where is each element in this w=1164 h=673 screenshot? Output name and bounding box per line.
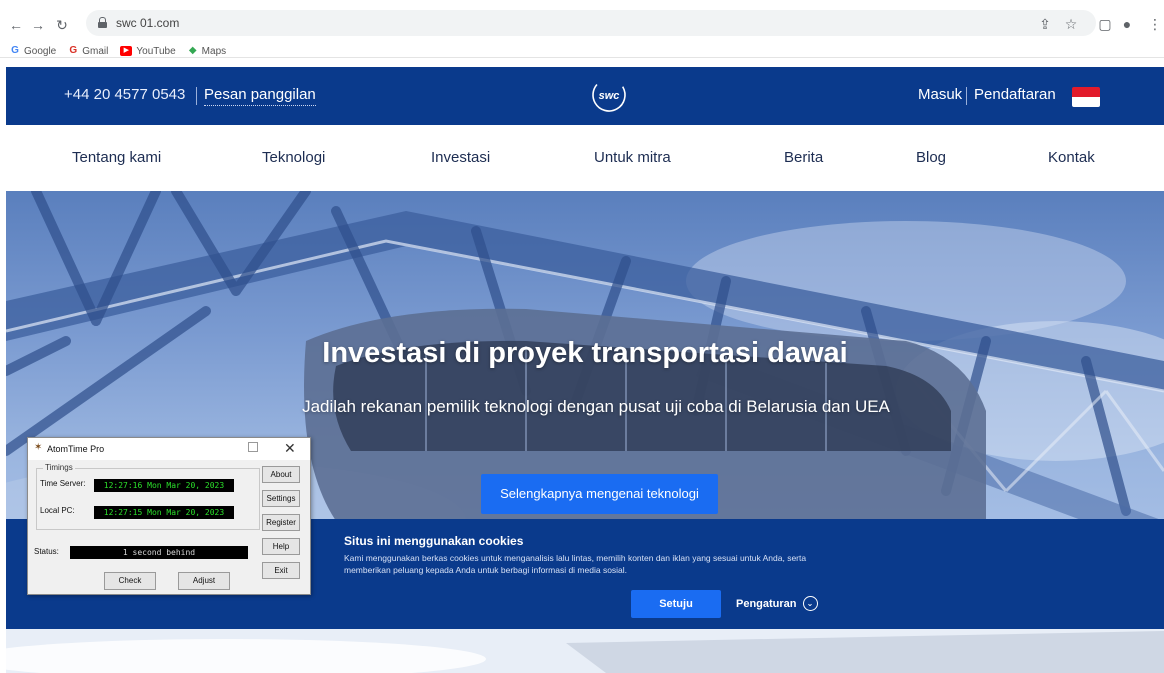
maps-icon: ◆ bbox=[188, 45, 197, 56]
callback-link[interactable]: Pesan panggilan bbox=[204, 86, 316, 106]
forward-icon[interactable]: → bbox=[30, 17, 46, 33]
main-nav: Tentang kami Teknologi Investasi Untuk m… bbox=[6, 125, 1164, 191]
bookmark-maps[interactable]: ◆ Maps bbox=[188, 46, 226, 57]
nav-item-blog[interactable]: Blog bbox=[916, 149, 946, 166]
divider bbox=[196, 87, 197, 105]
help-button[interactable]: Help bbox=[262, 538, 300, 555]
svg-text:swc: swc bbox=[599, 90, 620, 102]
atomtime-title: AtomTime Pro bbox=[47, 444, 105, 454]
bookmark-google[interactable]: G Google bbox=[10, 46, 56, 57]
hero-bottom bbox=[0, 629, 1164, 673]
bookmarks-bar: G Google G Gmail ▶ YouTube ◆ Maps bbox=[10, 44, 226, 58]
local-pc-label: Local PC: bbox=[40, 506, 75, 515]
hero-subtitle: Jadilah rekanan pemilik teknologi dengan… bbox=[302, 397, 890, 416]
atomtime-window: ✶ AtomTime Pro ✕ Timings Time Server: 12… bbox=[27, 437, 311, 595]
adjust-button[interactable]: Adjust bbox=[178, 572, 230, 590]
timings-label: Timings bbox=[43, 463, 75, 472]
register-link[interactable]: Pendaftaran bbox=[974, 86, 1056, 103]
about-button[interactable]: About bbox=[262, 466, 300, 483]
cookie-settings-button[interactable]: Pengaturan ⌄ bbox=[736, 596, 818, 611]
hero-background-continuation bbox=[0, 629, 1164, 673]
chevron-down-icon: ⌄ bbox=[802, 596, 818, 611]
browser-toolbar: ← → ↻ swc 01.com ⇪ ☆ ▢ ● ⋮ G Google G Gm… bbox=[0, 0, 1164, 58]
time-server-label: Time Server: bbox=[40, 479, 86, 488]
settings-button[interactable]: Settings bbox=[262, 490, 300, 507]
local-pc-display: 12:27:15 Mon Mar 20, 2023 bbox=[94, 506, 234, 519]
nav-item-technology[interactable]: Teknologi bbox=[262, 149, 325, 166]
indonesia-flag-icon[interactable] bbox=[1072, 87, 1100, 107]
atomtime-titlebar[interactable]: ✶ AtomTime Pro ✕ bbox=[28, 438, 310, 460]
bookmark-label: Google bbox=[24, 45, 57, 57]
lock-icon bbox=[98, 17, 107, 28]
cookie-text: Kami menggunakan berkas cookies untuk me… bbox=[344, 553, 807, 575]
maximize-icon[interactable] bbox=[248, 442, 258, 452]
bookmark-gmail[interactable]: G Gmail bbox=[68, 46, 108, 57]
share-icon[interactable]: ⇪ bbox=[1036, 15, 1054, 33]
phone-number[interactable]: +44 20 4577 0543 bbox=[64, 86, 185, 103]
divider bbox=[966, 87, 967, 105]
reload-icon[interactable]: ↻ bbox=[54, 17, 70, 33]
status-display: 1 second behind bbox=[70, 546, 248, 559]
bookmark-star-icon[interactable]: ☆ bbox=[1062, 15, 1080, 33]
menu-kebab-icon[interactable]: ⋮ bbox=[1146, 15, 1164, 33]
time-server-display: 12:27:16 Mon Mar 20, 2023 bbox=[94, 479, 234, 492]
close-icon[interactable]: ✕ bbox=[284, 440, 296, 457]
bookmark-label: Maps bbox=[201, 45, 227, 57]
register-button[interactable]: Register bbox=[262, 514, 300, 531]
google-icon: G bbox=[11, 45, 19, 56]
site-top-bar: +44 20 4577 0543 Pesan panggilan swc Mas… bbox=[6, 67, 1164, 125]
gmail-icon: G bbox=[69, 45, 78, 56]
nav-item-contact[interactable]: Kontak bbox=[1048, 149, 1095, 166]
hero-title: Investasi di proyek transportasi dawai bbox=[322, 337, 848, 369]
address-bar[interactable]: swc 01.com bbox=[86, 10, 1096, 36]
bookmark-label: Gmail bbox=[82, 45, 109, 57]
cookie-title: Situs ini menggunakan cookies bbox=[344, 534, 524, 548]
nav-item-news[interactable]: Berita bbox=[784, 149, 823, 166]
login-link[interactable]: Masuk bbox=[918, 86, 962, 103]
bookmark-label: YouTube bbox=[136, 45, 176, 57]
bookmark-youtube[interactable]: ▶ YouTube bbox=[120, 45, 176, 57]
agree-button[interactable]: Setuju bbox=[631, 590, 721, 618]
back-icon[interactable]: ← bbox=[8, 17, 24, 33]
learn-technology-button[interactable]: Selengkapnya mengenai teknologi bbox=[481, 474, 718, 514]
check-button[interactable]: Check bbox=[104, 572, 156, 590]
atomtime-app-icon: ✶ bbox=[34, 442, 43, 453]
status-label: Status: bbox=[34, 547, 59, 556]
exit-button[interactable]: Exit bbox=[262, 562, 300, 579]
swc-logo-icon[interactable]: swc bbox=[590, 76, 628, 114]
profile-icon[interactable]: ● bbox=[1118, 15, 1136, 33]
nav-item-about[interactable]: Tentang kami bbox=[72, 149, 161, 166]
nav-item-partners[interactable]: Untuk mitra bbox=[594, 149, 671, 166]
timings-group: Timings bbox=[36, 463, 260, 530]
url-text: swc 01.com bbox=[116, 16, 180, 30]
side-panel-icon[interactable]: ▢ bbox=[1096, 15, 1114, 33]
nav-item-investment[interactable]: Investasi bbox=[431, 149, 490, 166]
youtube-icon: ▶ bbox=[120, 46, 133, 56]
cookie-settings-label: Pengaturan bbox=[736, 597, 797, 610]
